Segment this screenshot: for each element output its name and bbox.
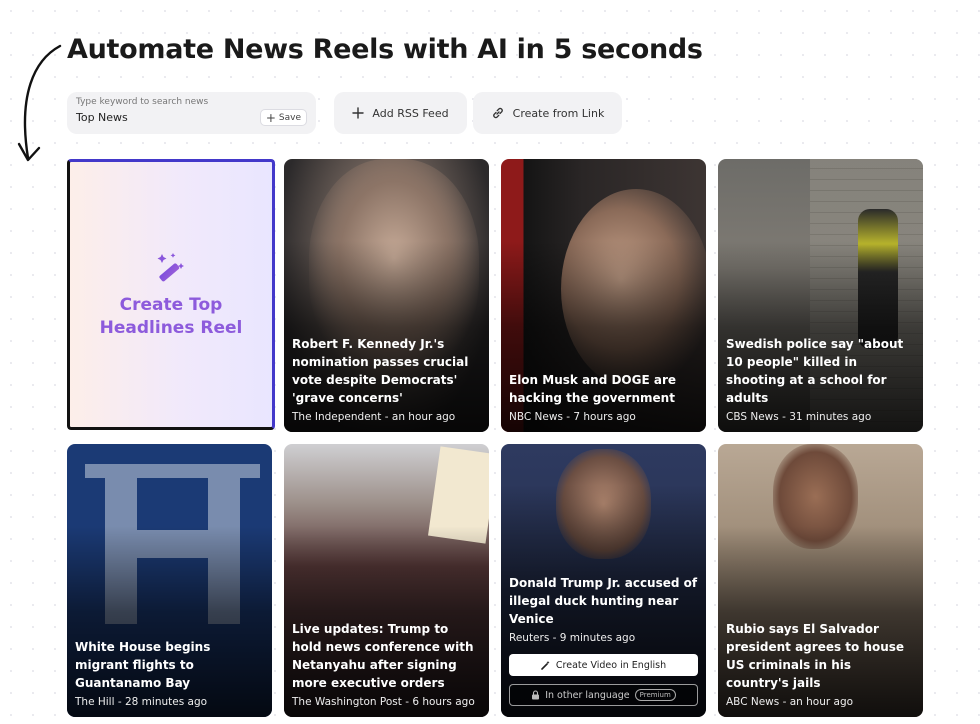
news-title: Live updates: Trump to hold news confere… (292, 622, 474, 690)
link-icon (492, 107, 503, 119)
news-card[interactable]: Swedish police say "about 10 people" kil… (718, 159, 923, 432)
news-card[interactable]: Donald Trump Jr. accused of illegal duck… (501, 444, 706, 717)
news-source: The Hill - 28 minutes ago (75, 696, 208, 708)
create-from-link-button[interactable]: Create from Link (473, 92, 622, 134)
plus-icon (352, 107, 365, 119)
news-source: NBC News - 7 hours ago (509, 411, 636, 423)
news-title: Swedish police say "about 10 people" kil… (726, 337, 904, 405)
add-rss-feed-button[interactable]: Add RSS Feed (334, 92, 467, 134)
news-card[interactable]: Rubio says El Salvador president agrees … (718, 444, 923, 717)
add-rss-feed-label: Add RSS Feed (372, 106, 449, 120)
other-language-label: In other language (545, 689, 630, 701)
create-card-line1: Create Top (119, 294, 223, 315)
news-source: CBS News - 31 minutes ago (726, 411, 872, 423)
search-box[interactable]: Type keyword to search news Top News + S… (67, 92, 316, 134)
create-card-line2: Headlines Reel (99, 317, 243, 338)
magic-wand-icon (157, 252, 184, 281)
news-title: Elon Musk and DOGE are hacking the gover… (509, 373, 677, 405)
news-source: Reuters - 9 minutes ago (509, 632, 636, 644)
create-top-headlines-card[interactable]: Create Top Headlines Reel (67, 159, 275, 430)
news-card[interactable]: Live updates: Trump to hold news confere… (284, 444, 489, 717)
news-title: White House begins migrant flights to Gu… (75, 640, 211, 690)
save-label: Save (278, 112, 301, 123)
create-from-link-label: Create from Link (512, 106, 605, 120)
news-card[interactable]: White House begins migrant flights to Gu… (67, 444, 272, 717)
news-source: The Washington Post - 6 hours ago (292, 696, 475, 708)
news-title: Rubio says El Salvador president agrees … (726, 622, 905, 690)
news-title: Robert F. Kennedy Jr.'s nomination passe… (292, 337, 469, 405)
create-card-label: Create Top Headlines Reel (100, 294, 243, 340)
search-label: Type keyword to search news (76, 97, 209, 107)
plus-icon: + (265, 110, 276, 125)
news-title: Donald Trump Jr. accused of illegal duck… (509, 576, 698, 626)
news-source: The Independent - an hour ago (292, 411, 456, 423)
other-language-button[interactable]: In other language Premium (509, 684, 698, 706)
curved-arrow-icon (17, 44, 62, 162)
page-title: Automate News Reels with AI in 5 seconds (67, 34, 703, 65)
create-video-button[interactable]: Create Video in English (509, 654, 698, 676)
news-source: ABC News - an hour ago (726, 696, 854, 708)
lock-icon (532, 690, 540, 700)
search-input[interactable]: Top News (76, 111, 128, 124)
news-card[interactable]: Elon Musk and DOGE are hacking the gover… (501, 159, 706, 432)
premium-badge: Premium (634, 689, 676, 701)
save-button[interactable]: + Save (259, 109, 307, 126)
create-video-label: Create Video in English (555, 659, 667, 671)
magic-wand-icon (541, 661, 550, 670)
news-card[interactable]: Robert F. Kennedy Jr.'s nomination passe… (284, 159, 489, 432)
